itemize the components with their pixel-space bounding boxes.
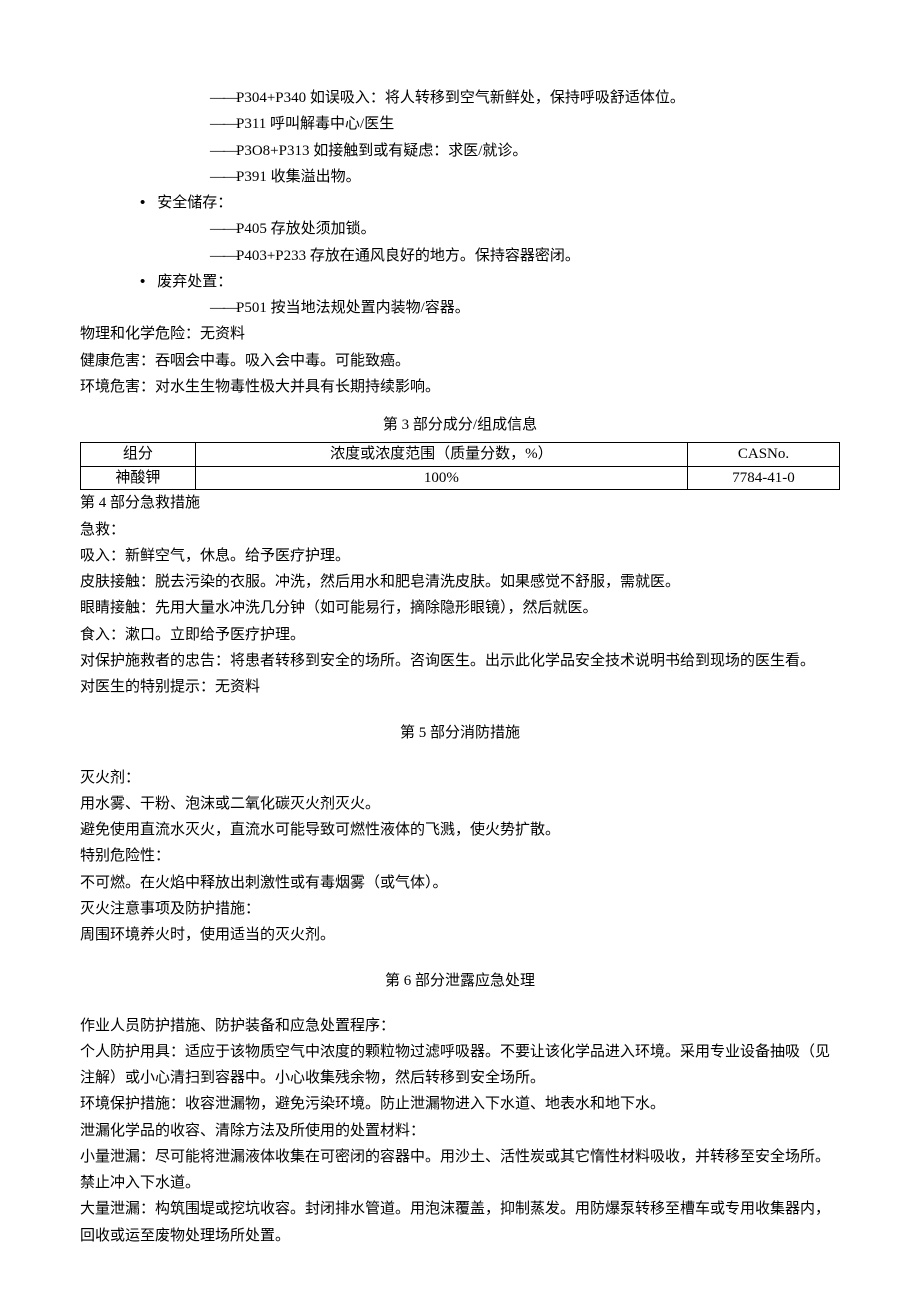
health-hazards: 健康危害：吞咽会中毒。吸入会中毒。可能致癌。	[80, 348, 840, 374]
personal-protection: 个人防护用具：适应于该物质空气中浓度的颗粒物过滤呼吸器。不要让该化学品进入环境。…	[80, 1039, 840, 1092]
environmental-hazards: 环境危害：对水生生物毒性极大并具有长期持续影响。	[80, 374, 840, 400]
first-aid-ingestion: 食入：漱口。立即给予医疗护理。	[80, 622, 840, 648]
col-concentration: 浓度或浓度范围（质量分数，%）	[195, 443, 687, 467]
first-aid-skin: 皮肤接触：脱去污染的衣服。冲洗，然后用水和肥皂清洗皮肤。如果感觉不舒服，需就医。	[80, 569, 840, 595]
special-hazards-heading: 特别危险性：	[80, 843, 840, 869]
cell-cas: 7784-41-0	[687, 466, 839, 490]
disposal-heading: • 废弃处置：	[80, 269, 840, 295]
firefighting-precautions-text: 周围环境养火时，使用适当的灭火剂。	[80, 922, 840, 948]
section-5-title: 第 5 部分消防措施	[80, 720, 840, 746]
extinguishing-media: 用水雾、干粉、泡沫或二氧化碳灭火剂灭火。	[80, 791, 840, 817]
storage-label: 安全储存：	[157, 190, 232, 216]
response-p311: P311 呼叫解毒中心/医生	[80, 111, 840, 137]
response-p308: P3O8+P313 如接触到或有疑虑：求医/就诊。	[80, 138, 840, 164]
disposal-p501: P501 按当地法规处置内装物/容器。	[80, 295, 840, 321]
physical-hazards: 物理和化学危险：无资料	[80, 321, 840, 347]
section-3-title: 第 3 部分成分/组成信息	[80, 412, 840, 438]
environmental-precautions: 环境保护措施：收容泄漏物，避免污染环境。防止泄漏物进入下水道、地表水和地下水。	[80, 1091, 840, 1117]
disposal-label: 废弃处置：	[157, 269, 232, 295]
col-cas: CASNo.	[687, 443, 839, 467]
extinguishing-avoid: 避免使用直流水灭火，直流水可能导致可燃性液体的飞溅，使火势扩散。	[80, 817, 840, 843]
bullet-icon: •	[140, 269, 145, 295]
small-spill: 小量泄漏：尽可能将泄漏液体收集在可密闭的容器中。用沙土、活性炭或其它惰性材料吸收…	[80, 1144, 840, 1197]
storage-heading: • 安全储存：	[80, 190, 840, 216]
response-p304: P304+P340 如误吸入：将人转移到空气新鲜处，保持呼吸舒适体位。	[80, 85, 840, 111]
table-row: 神酸钾 100% 7784-41-0	[81, 466, 840, 490]
response-p391: P391 收集溢出物。	[80, 164, 840, 190]
extinguishing-heading: 灭火剂：	[80, 765, 840, 791]
cell-concentration: 100%	[195, 466, 687, 490]
containment-heading: 泄漏化学品的收容、清除方法及所使用的处置材料：	[80, 1118, 840, 1144]
personnel-precautions-heading: 作业人员防护措施、防护装备和应急处置程序：	[80, 1013, 840, 1039]
large-spill: 大量泄漏：构筑围堤或挖坑收容。封闭排水管道。用泡沫覆盖，抑制蒸发。用防爆泵转移至…	[80, 1196, 840, 1249]
storage-p403: P403+P233 存放在通风良好的地方。保持容器密闭。	[80, 243, 840, 269]
first-aid-rescuer: 对保护施救者的忠告：将患者转移到安全的场所。咨询医生。出示此化学品安全技术说明书…	[80, 648, 840, 674]
table-header-row: 组分 浓度或浓度范围（质量分数，%） CASNo.	[81, 443, 840, 467]
bullet-icon: •	[140, 190, 145, 216]
cell-component: 神酸钾	[81, 466, 196, 490]
composition-table: 组分 浓度或浓度范围（质量分数，%） CASNo. 神酸钾 100% 7784-…	[80, 442, 840, 490]
section-6-title: 第 6 部分泄露应急处理	[80, 968, 840, 994]
special-hazards-text: 不可燃。在火焰中释放出刺激性或有毒烟雾（或气体）。	[80, 870, 840, 896]
storage-p405: P405 存放处须加锁。	[80, 216, 840, 242]
col-component: 组分	[81, 443, 196, 467]
first-aid-eyes: 眼睛接触：先用大量水冲洗几分钟（如可能易行，摘除隐形眼镜），然后就医。	[80, 595, 840, 621]
first-aid-inhalation: 吸入：新鲜空气，休息。给予医疗护理。	[80, 543, 840, 569]
firefighting-precautions-heading: 灭火注意事项及防护措施：	[80, 896, 840, 922]
section-4-title: 第 4 部分急救措施	[80, 490, 840, 516]
first-aid-heading: 急救：	[80, 517, 840, 543]
first-aid-doctor: 对医生的特别提示：无资料	[80, 674, 840, 700]
